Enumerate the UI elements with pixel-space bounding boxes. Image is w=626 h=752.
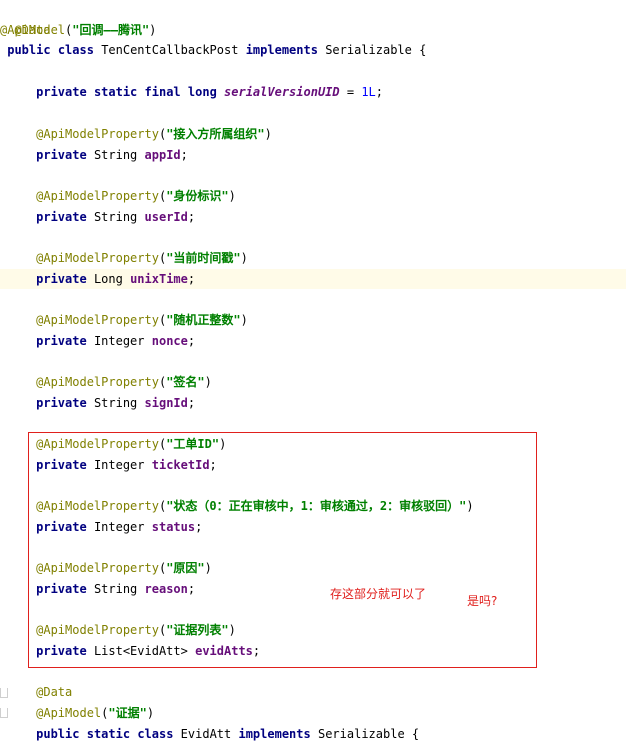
fold-marker-icon[interactable] <box>0 688 8 698</box>
semicolon: ; <box>180 148 188 162</box>
code-line-inner-data-annotation[interactable]: @Data <box>0 682 626 702</box>
field-description-string: "接入方所属组织" <box>166 127 265 141</box>
keyword-static: static <box>86 727 131 741</box>
field-type: Long <box>93 272 123 286</box>
field-serial-version-uid: serialVersionUID <box>224 85 340 99</box>
semicolon: ; <box>187 396 196 410</box>
keyword-private: private <box>36 396 87 410</box>
semicolon: ; <box>187 334 196 348</box>
semicolon: ; <box>187 210 196 224</box>
annotation-apimodelproperty: @ApiModelProperty <box>36 251 159 265</box>
inner-class-name: EvidAtt <box>180 727 232 741</box>
annotation-apimodelproperty: @ApiModelProperty <box>36 313 159 327</box>
annotation-apimodel: @ApiModel <box>36 706 102 720</box>
field-type: Integer <box>93 334 145 348</box>
keyword-static: static <box>93 85 138 99</box>
keyword-private: private <box>36 210 87 224</box>
annotation-question: 是吗? <box>467 594 498 608</box>
code-line-annotation[interactable]: @ApiModelProperty("随机正整数") <box>0 310 626 330</box>
code-line-field[interactable]: private String userId; <box>0 207 626 227</box>
keyword-private: private <box>36 334 87 348</box>
field-type: String <box>93 148 138 162</box>
code-line-apimodel[interactable]: @ApiModel("回调——腾讯") <box>0 20 626 40</box>
field-description-string: "当前时间戳" <box>166 251 241 265</box>
code-line-serial-version-uid[interactable]: private static final long serialVersionU… <box>0 82 626 102</box>
field-name: unixTime <box>130 272 188 286</box>
code-line-field[interactable]: private Integer nonce; <box>0 331 626 351</box>
annotation-apimodelproperty: @ApiModelProperty <box>36 375 159 389</box>
code-line-annotation[interactable]: @ApiModelProperty("签名") <box>0 372 626 392</box>
class-name: TenCentCallbackPost <box>101 43 239 57</box>
operator-equals: = <box>346 85 355 99</box>
code-line-annotation[interactable]: @ApiModelProperty("身份标识") <box>0 186 626 206</box>
field-description-string: "签名" <box>166 375 205 389</box>
annotation-apimodel: @ApiModel <box>0 23 66 37</box>
field-type: String <box>93 396 138 410</box>
inner-class-description-string: "证据" <box>108 706 147 720</box>
keyword-class: class <box>137 727 174 741</box>
code-line-inner-apimodel[interactable]: @ApiModel("证据") <box>0 703 626 723</box>
field-name: userId <box>144 210 188 224</box>
field-name: appId <box>144 148 181 162</box>
field-name: signId <box>144 396 188 410</box>
fold-marker-icon[interactable] <box>0 708 8 718</box>
highlight-box <box>28 432 537 668</box>
code-line-field-current[interactable]: private Long unixTime; <box>0 269 626 289</box>
keyword-private: private <box>36 85 87 99</box>
annotation-data: @Data <box>36 685 73 699</box>
keyword-public: public <box>7 43 51 57</box>
keyword-private: private <box>36 272 87 286</box>
field-type: String <box>93 210 138 224</box>
code-line-annotation[interactable]: @ApiModelProperty("接入方所属组织") <box>0 124 626 144</box>
field-description-string: "随机正整数" <box>166 313 241 327</box>
field-name: nonce <box>151 334 188 348</box>
brace-open: { <box>419 43 427 57</box>
class-description-string: "回调——腾讯" <box>72 23 150 37</box>
code-line-inner-class-declaration[interactable]: public static class EvidAtt implements S… <box>0 724 626 744</box>
code-line-annotation[interactable]: @ApiModelProperty("当前时间戳") <box>0 248 626 268</box>
number-literal: 1L <box>361 85 376 99</box>
keyword-final: final <box>144 85 181 99</box>
interface-serializable: Serializable <box>325 43 412 57</box>
code-line-data-annotation[interactable]: @Data <box>0 0 626 37</box>
annotation-note: 存这部分就可以了 <box>330 587 427 601</box>
code-line-field[interactable]: private String appId; <box>0 145 626 165</box>
brace-open: { <box>411 727 420 741</box>
keyword-implements: implements <box>238 727 311 741</box>
keyword-long: long <box>187 85 217 99</box>
semicolon: ; <box>375 85 384 99</box>
interface-serializable: Serializable <box>317 727 405 741</box>
annotation-apimodelproperty: @ApiModelProperty <box>36 127 159 141</box>
field-description-string: "身份标识" <box>166 189 229 203</box>
annotation-apimodelproperty: @ApiModelProperty <box>36 189 159 203</box>
keyword-class: class <box>57 43 94 57</box>
semicolon: ; <box>187 272 196 286</box>
code-line-field[interactable]: private String signId; <box>0 393 626 413</box>
keyword-private: private <box>36 148 87 162</box>
code-line-class-declaration[interactable]: public class TenCentCallbackPost impleme… <box>0 40 626 60</box>
keyword-public: public <box>36 727 80 741</box>
keyword-implements: implements <box>245 43 318 57</box>
